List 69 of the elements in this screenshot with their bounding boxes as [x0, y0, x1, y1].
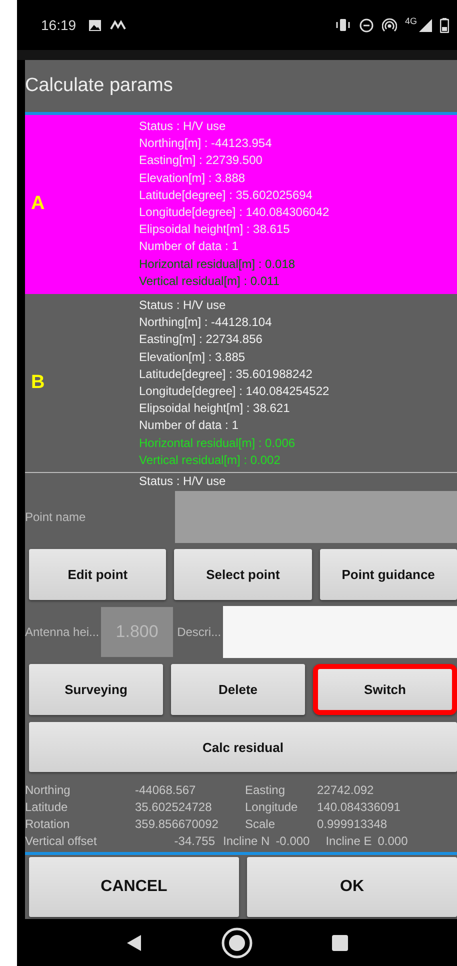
point-detail-text: Northing[m] : -44123.954 — [139, 135, 273, 152]
result-text: -44068.567 — [135, 782, 197, 800]
result-text: -0.000 — [276, 833, 311, 850]
result-text: -34.755 — [173, 833, 216, 850]
image-icon — [88, 18, 102, 32]
result-text: 359.856670092 — [135, 816, 220, 834]
point-detail-text: Elevation[m] : 3.885 — [139, 348, 246, 366]
battery-icon — [440, 18, 449, 32]
result-text: Scale — [245, 816, 276, 834]
point-detail-text: Vertical residual[m] : 0.002 — [139, 452, 282, 469]
point-detail-text: Status : H/V use — [139, 473, 226, 490]
result-text: Incline E — [326, 833, 372, 850]
home-icon[interactable] — [220, 926, 253, 959]
result-text: 35.602524728 — [135, 799, 213, 816]
result-text: Latitude — [25, 799, 69, 816]
hotspot-icon — [382, 18, 397, 32]
status-time: 16:19 — [41, 17, 76, 33]
result-text: Easting — [245, 782, 286, 800]
result-text: 22742.092 — [317, 782, 374, 800]
point-detail-text: Longitude[degree] : 140.084306042 — [139, 204, 330, 222]
point-detail-text: Number of data : 1 — [139, 417, 240, 434]
point-detail-text: Longitude[degree] : 140.084254522 — [139, 383, 330, 400]
point-detail-text: Status : H/V use — [139, 297, 227, 314]
point-detail-text: Latitude[degree] : 35.602025694 — [139, 186, 314, 204]
recents-icon[interactable] — [332, 934, 348, 951]
network-type: 4G — [404, 16, 417, 26]
result-text: Northing — [25, 782, 72, 800]
action-button[interactable]: Surveying — [29, 664, 163, 716]
wave-icon — [110, 20, 126, 30]
action-button[interactable]: Switch — [313, 664, 457, 716]
result-text: Longitude — [245, 799, 299, 816]
dialog-title: Calculate params — [25, 74, 174, 98]
description-field[interactable] — [223, 606, 457, 658]
vibrate-icon — [334, 18, 351, 32]
point-detail-text: Status : H/V use — [139, 118, 227, 135]
point-label: A — [30, 193, 46, 216]
point-detail-text: Elipsoidal height[m] : 38.621 — [139, 400, 291, 418]
point-label: B — [30, 372, 46, 394]
point-detail-text: Horizontal residual[m] : 0.018 — [139, 256, 296, 273]
signal-icon — [419, 18, 432, 32]
antenna-height-label: Antenna hei... — [25, 625, 100, 640]
back-icon[interactable] — [126, 934, 142, 952]
point-name-field[interactable] — [175, 491, 457, 544]
result-text: 140.084336091 — [317, 799, 400, 816]
point-detail-text: Number of data : 1 — [139, 238, 240, 256]
result-text: 0.999913348 — [317, 816, 388, 834]
result-text: Incline N — [223, 833, 270, 850]
result-text: Vertical offset — [25, 833, 98, 850]
point-detail-text: Elevation[m] : 3.888 — [139, 170, 246, 187]
action-button[interactable]: Select point — [174, 549, 312, 600]
result-text: 0.000 — [378, 833, 408, 850]
point-name-label: Point name — [25, 510, 87, 524]
point-detail-text: Latitude[degree] : 35.601988242 — [139, 366, 314, 383]
action-button[interactable]: Edit point — [29, 549, 166, 600]
dialog-button[interactable]: OK — [247, 857, 457, 918]
do-not-disturb-icon — [358, 18, 374, 32]
point-detail-text: Elipsoidal height[m] : 38.615 — [139, 221, 291, 238]
point-detail-text: Horizontal residual[m] : 0.006 — [139, 434, 296, 452]
dialog-button[interactable]: CANCEL — [29, 857, 239, 918]
point-detail-text: Easting[m] : 22739.500 — [139, 152, 264, 170]
point-list-item[interactable] — [25, 115, 457, 294]
calc-residual-button[interactable]: Calc residual — [29, 722, 457, 772]
result-text: Rotation — [25, 816, 71, 834]
point-detail-text: Vertical residual[m] : 0.011 — [139, 272, 281, 290]
description-label: Descri... — [177, 625, 222, 640]
point-detail-text: Northing[m] : -44128.104 — [139, 314, 273, 332]
action-button[interactable]: Point guidance — [320, 549, 457, 600]
point-detail-text: Easting[m] : 22734.856 — [139, 331, 264, 348]
action-button[interactable]: Delete — [171, 664, 305, 716]
